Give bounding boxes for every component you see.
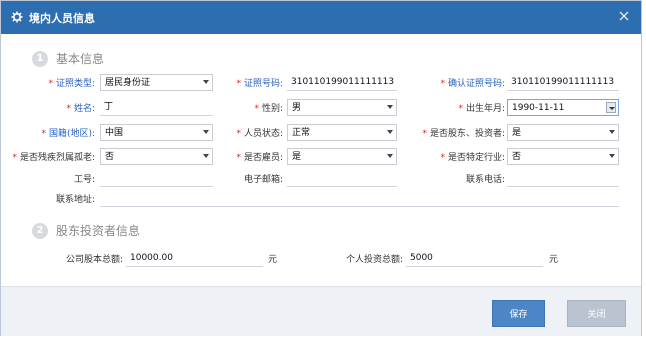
personnel-dialog: 境内人员信息 1 基本信息 * 证照类型: 居民身份证 * 证照号码: 310110… [0, 0, 642, 336]
chevron-down-icon [387, 154, 393, 158]
close-button[interactable]: 关闭 [567, 300, 626, 327]
chevron-down-icon [387, 105, 393, 109]
id-number-input[interactable]: 310110199011111113 [287, 74, 397, 91]
section-title: 股东投资者信息 [56, 224, 141, 238]
section-shareholder-info: 2 股东投资者信息 [32, 222, 140, 239]
chevron-down-icon [387, 130, 393, 134]
is-employee-label: * 是否雇员: [236, 153, 283, 163]
is-shareholder-select[interactable]: 是 [507, 124, 619, 141]
phone-input[interactable] [507, 170, 619, 187]
section-title: 基本信息 [56, 52, 105, 66]
birth-label: * 出生年月: [458, 104, 505, 114]
personal-investment-unit: 元 [549, 255, 559, 265]
email-label: 电子邮箱: [243, 175, 283, 185]
company-equity-label: 公司股本总额: [65, 255, 123, 265]
section-number: 1 [32, 50, 48, 67]
gear-icon [11, 11, 23, 23]
is-shareholder-label: * 是否股东、投资者: [422, 129, 505, 139]
name-label: * 姓名: [66, 104, 95, 114]
gender-select[interactable]: 男 [287, 99, 397, 116]
chevron-down-icon [609, 154, 615, 158]
company-equity-input[interactable]: 10000.00 [126, 250, 263, 267]
section-basic-info: 1 基本信息 [32, 50, 104, 67]
address-label: 联系地址: [55, 195, 95, 205]
chevron-down-icon [203, 154, 209, 158]
status-label: * 人员状态: [236, 129, 283, 139]
personal-investment-input[interactable]: 5000 [406, 250, 543, 267]
gender-label: * 性别: [254, 104, 283, 114]
id-type-label: * 证照类型: [48, 79, 95, 89]
chevron-down-icon [203, 130, 209, 134]
birth-date-picker[interactable]: 1990-11-11 [507, 99, 619, 116]
employee-no-label: 工号: [73, 175, 95, 185]
confirm-id-number-label: * 确认证照号码: [440, 79, 505, 89]
nationality-select[interactable]: 中国 [100, 124, 213, 141]
chevron-down-icon [609, 130, 615, 134]
employee-no-input[interactable] [100, 170, 213, 187]
id-number-label: * 证照号码: [236, 79, 283, 89]
save-button[interactable]: 保存 [492, 300, 545, 327]
dialog-footer [1, 286, 641, 336]
company-equity-unit: 元 [268, 255, 278, 265]
is-special-industry-label: * 是否特定行业: [440, 153, 505, 163]
id-type-select[interactable]: 居民身份证 [100, 74, 213, 91]
chevron-down-icon [203, 80, 209, 84]
close-icon[interactable] [617, 9, 631, 23]
name-input[interactable]: 丁 [100, 99, 213, 116]
is-employee-select[interactable]: 是 [287, 148, 397, 165]
section-number: 2 [32, 222, 48, 239]
address-input[interactable] [100, 190, 619, 207]
nationality-label: * 国籍(地区): [41, 129, 95, 139]
calendar-dropdown-icon[interactable] [606, 102, 616, 113]
status-select[interactable]: 正常 [287, 124, 397, 141]
is-disabled-select[interactable]: 否 [100, 148, 213, 165]
is-special-industry-select[interactable]: 否 [507, 148, 619, 165]
email-input[interactable] [287, 170, 397, 187]
dialog-titlebar: 境内人员信息 [1, 1, 641, 34]
is-disabled-label: * 是否残疾烈属孤老: [12, 153, 95, 163]
personal-investment-label: 个人投资总额: [345, 255, 403, 265]
confirm-id-number-input[interactable]: 310110199011111113 [507, 74, 619, 91]
phone-label: 联系电话: [465, 175, 505, 185]
dialog-title: 境内人员信息 [29, 12, 95, 25]
